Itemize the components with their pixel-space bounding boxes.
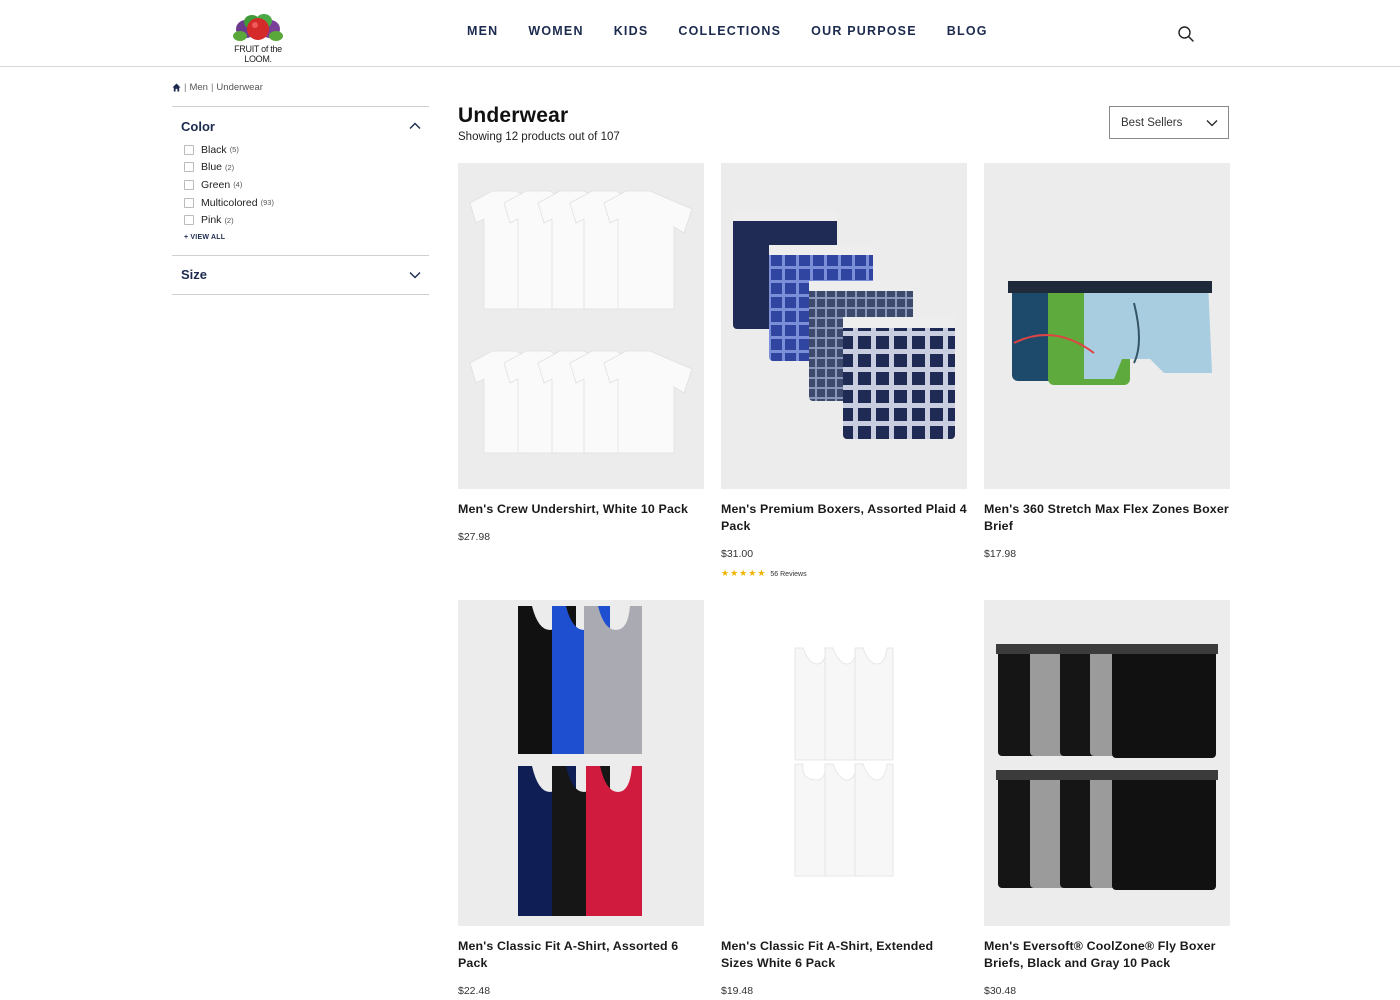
- size-facet-title: Size: [181, 267, 208, 283]
- breadcrumb-separator: |: [184, 82, 187, 93]
- page-title: Underwear: [458, 104, 569, 127]
- plaid-boxers-image: [733, 211, 955, 439]
- color-option-multicolored[interactable]: Multicolored (93): [184, 194, 429, 212]
- product-name[interactable]: Men's Classic Fit A-Shirt, Assorted 6 Pa…: [458, 938, 706, 972]
- size-facet: Size: [172, 256, 429, 295]
- nav-blog[interactable]: BLOG: [947, 24, 988, 38]
- nav-men[interactable]: MEN: [467, 24, 498, 38]
- product-price: $19.48: [721, 985, 754, 997]
- white-tshirts-image: [469, 190, 693, 454]
- product-card[interactable]: Men's Premium Boxers, Assorted Plaid 4 P…: [721, 163, 967, 579]
- size-facet-toggle[interactable]: Size: [172, 256, 429, 294]
- main-nav: MEN WOMEN KIDS COLLECTIONS OUR PURPOSE B…: [467, 24, 1018, 38]
- product-image[interactable]: [458, 163, 704, 489]
- product-card[interactable]: Men's 360 Stretch Max Flex Zones Boxer B…: [984, 163, 1230, 560]
- breadcrumb-separator: |: [210, 82, 214, 93]
- color-option-green[interactable]: Green (4): [184, 176, 429, 194]
- checkbox[interactable]: [184, 197, 194, 208]
- product-card[interactable]: Men's Eversoft® CoolZone® Fly Boxer Brie…: [984, 600, 1230, 997]
- chevron-down-icon: [1206, 119, 1218, 126]
- color-facet: Color Black (5) Blue (2) Green (4) Multi…: [172, 106, 429, 256]
- product-name[interactable]: Men's Crew Undershirt, White 10 Pack: [458, 501, 706, 518]
- color-facet-title: Color: [181, 118, 215, 134]
- option-label: Black: [201, 143, 227, 156]
- breadcrumb-men[interactable]: Men: [189, 82, 207, 93]
- product-price: $17.98: [984, 548, 1017, 560]
- sort-value: Best Sellers: [1121, 116, 1183, 129]
- results-count: Showing 12 products out of 107: [458, 131, 620, 143]
- product-card[interactable]: Men's Crew Undershirt, White 10 Pack $27…: [458, 163, 704, 543]
- star-icon: ★: [739, 569, 748, 579]
- product-image[interactable]: [721, 163, 967, 489]
- option-count: (2): [225, 162, 235, 172]
- color-option-pink[interactable]: Pink (2): [184, 211, 429, 229]
- product-name[interactable]: Men's Classic Fit A-Shirt, Extended Size…: [721, 938, 969, 972]
- option-label: Multicolored: [201, 196, 258, 209]
- product-price: $22.48: [458, 985, 491, 997]
- chevron-up-icon: [409, 122, 421, 129]
- product-price: $27.98: [458, 531, 491, 543]
- boxer-brief-image: [1008, 281, 1212, 385]
- star-icon: ★: [730, 569, 739, 579]
- product-name[interactable]: Men's Eversoft® CoolZone® Fly Boxer Brie…: [984, 938, 1232, 972]
- assorted-ashirts-image: [518, 606, 642, 916]
- view-all-colors-link[interactable]: + VIEW ALL: [184, 234, 429, 241]
- breadcrumb-underwear: Underwear: [216, 82, 263, 93]
- product-image[interactable]: [984, 163, 1230, 489]
- product-rating: ★ ★ ★ ★ ★ 56 Reviews: [721, 570, 967, 579]
- filter-sidebar: Color Black (5) Blue (2) Green (4) Multi…: [172, 106, 429, 295]
- nav-collections[interactable]: COLLECTIONS: [678, 24, 781, 38]
- product-image[interactable]: [721, 600, 967, 926]
- product-name[interactable]: Men's Premium Boxers, Assorted Plaid 4 P…: [721, 501, 969, 535]
- nav-women[interactable]: WOMEN: [528, 24, 583, 38]
- breadcrumb: | Men | Underwear: [172, 82, 263, 93]
- nav-our-purpose[interactable]: OUR PURPOSE: [811, 24, 917, 38]
- product-price: $30.48: [984, 985, 1017, 997]
- checkbox[interactable]: [184, 179, 194, 190]
- option-label: Blue: [201, 161, 223, 174]
- product-image[interactable]: [984, 600, 1230, 926]
- color-options: Black (5) Blue (2) Green (4) Multicolore…: [172, 141, 429, 241]
- black-gray-boxer-briefs-image: [996, 644, 1218, 890]
- white-ashirts-image: [794, 647, 894, 877]
- option-label: Pink: [201, 214, 222, 227]
- product-card[interactable]: Men's Classic Fit A-Shirt, Assorted 6 Pa…: [458, 600, 704, 997]
- star-half-icon: ★: [757, 569, 766, 579]
- checkbox[interactable]: [184, 162, 194, 173]
- option-count: (2): [224, 215, 234, 225]
- nav-kids[interactable]: KIDS: [614, 24, 649, 38]
- search-icon[interactable]: [1177, 25, 1195, 43]
- checkbox[interactable]: [184, 215, 194, 226]
- product-name[interactable]: Men's 360 Stretch Max Flex Zones Boxer B…: [984, 501, 1232, 535]
- color-option-black[interactable]: Black (5): [184, 141, 429, 159]
- fruit-logo-icon: [233, 14, 283, 41]
- chevron-down-icon: [409, 271, 421, 279]
- sort-select[interactable]: Best Sellers: [1109, 106, 1229, 139]
- option-count: (93): [260, 198, 274, 208]
- brand-logo[interactable]: FRUIT of the LOOM.: [226, 12, 290, 64]
- product-price: $31.00: [721, 548, 754, 560]
- home-icon[interactable]: [172, 83, 181, 92]
- product-card[interactable]: Men's Classic Fit A-Shirt, Extended Size…: [721, 600, 967, 997]
- review-count[interactable]: 56 Reviews: [770, 571, 806, 578]
- checkbox[interactable]: [184, 144, 194, 155]
- star-icon: ★: [721, 569, 730, 579]
- option-count: (5): [229, 145, 239, 155]
- product-image[interactable]: [458, 600, 704, 926]
- star-icon: ★: [748, 569, 757, 579]
- site-header: FRUIT of the LOOM. MEN WOMEN KIDS COLLEC…: [0, 0, 1400, 67]
- color-option-blue[interactable]: Blue (2): [184, 159, 429, 177]
- option-count: (4): [233, 180, 243, 190]
- brand-wordmark: FRUIT of the LOOM.: [234, 44, 282, 64]
- color-facet-toggle[interactable]: Color: [172, 107, 429, 145]
- option-label: Green: [201, 178, 231, 191]
